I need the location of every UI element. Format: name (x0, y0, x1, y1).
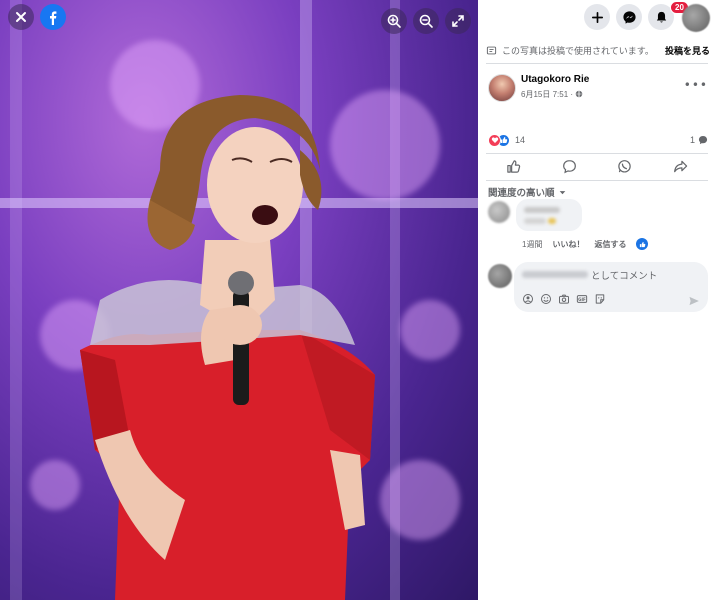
send-icon (689, 296, 699, 306)
zoom-in-icon (387, 14, 401, 28)
avatar-sticker-icon[interactable] (522, 293, 534, 305)
view-post-link[interactable]: 投稿を見る (665, 44, 710, 57)
post-header: Utagokoro Rie 6月15日 7:51 · ••• (488, 72, 710, 102)
comment-reply-button[interactable]: 返信する (594, 239, 626, 250)
comment-like-button[interactable]: いいね！ (552, 239, 584, 250)
divider (486, 63, 708, 64)
comment-bubble-icon (698, 135, 708, 145)
like-icon (507, 159, 521, 173)
close-icon (16, 12, 26, 22)
post-timestamp[interactable]: 6月15日 7:51 · (521, 89, 583, 100)
composer-tools: GIF (522, 293, 606, 305)
post-actions (486, 158, 708, 178)
gif-icon[interactable]: GIF (576, 293, 588, 305)
comment-like-reaction-icon (636, 238, 649, 250)
account-avatar[interactable] (682, 4, 710, 32)
close-button[interactable] (8, 4, 34, 30)
comment-button[interactable] (562, 159, 577, 178)
blurred-user-name (522, 271, 588, 278)
sort-label: 関連度の高い順 (488, 188, 555, 199)
globe-icon (576, 90, 583, 98)
reaction-count[interactable]: 14 (515, 135, 525, 145)
messenger-button[interactable] (616, 4, 642, 30)
emoji-icon[interactable] (540, 293, 552, 305)
messenger-icon (622, 10, 636, 24)
bell-icon (656, 11, 666, 22)
comment-icon (562, 159, 576, 173)
sticker-icon[interactable] (594, 293, 606, 305)
post-side-panel: 20 この写真は投稿で使用されています。 投稿を見る Utagokoro Rie… (478, 0, 714, 600)
zoom-out-button[interactable] (413, 8, 439, 34)
caret-down-icon (559, 190, 565, 194)
comment-count[interactable]: 1 (690, 135, 708, 145)
composer-placeholder: としてコメント (591, 271, 658, 282)
share-button[interactable] (673, 159, 688, 178)
send-button[interactable] (688, 292, 700, 311)
comment-actions: 1週間 いいね！ 返信する (522, 238, 649, 250)
commenter-avatar[interactable] (488, 201, 510, 223)
like-button[interactable] (506, 159, 521, 178)
svg-text:GIF: GIF (578, 297, 586, 302)
notice-text: この写真は投稿で使用されています。 (502, 45, 654, 56)
post-icon (486, 46, 497, 54)
blurred-comment-text (524, 218, 546, 224)
current-user-avatar[interactable] (488, 264, 512, 288)
love-reaction-icon (488, 133, 501, 147)
zoom-in-button[interactable] (381, 8, 407, 34)
fullscreen-icon (452, 15, 464, 27)
photo-viewer (0, 0, 478, 600)
zoom-out-icon (419, 14, 433, 28)
author-avatar[interactable] (488, 74, 516, 102)
plus-icon (591, 11, 603, 23)
reaction-summary: 14 1 (488, 132, 708, 148)
camera-icon[interactable] (558, 293, 570, 305)
post-date: 6月15日 7:51 · (521, 90, 574, 99)
facebook-logo-button[interactable] (40, 4, 66, 30)
singer-photo (80, 95, 375, 600)
more-options-button[interactable]: ••• (684, 78, 708, 92)
share-icon (673, 160, 687, 172)
comment-count-value: 1 (689, 135, 695, 145)
comment-bubble (516, 199, 582, 231)
whatsapp-icon (618, 159, 631, 173)
divider (486, 153, 708, 154)
comment-age[interactable]: 1週間 (522, 239, 542, 250)
fullscreen-button[interactable] (445, 8, 471, 34)
comment-composer[interactable]: としてコメント GIF (514, 262, 708, 312)
blurred-commenter-name (524, 207, 560, 213)
divider (486, 180, 708, 181)
facebook-logo-icon (50, 11, 57, 25)
photo-used-notice: この写真は投稿で使用されています。 投稿を見る (486, 40, 710, 60)
create-button[interactable] (584, 4, 610, 30)
whatsapp-share-button[interactable] (617, 159, 632, 178)
comment-sort-dropdown[interactable]: 関連度の高い順 (488, 185, 566, 199)
author-name[interactable]: Utagokoro Rie (521, 74, 589, 85)
blurred-emoji (548, 218, 556, 224)
